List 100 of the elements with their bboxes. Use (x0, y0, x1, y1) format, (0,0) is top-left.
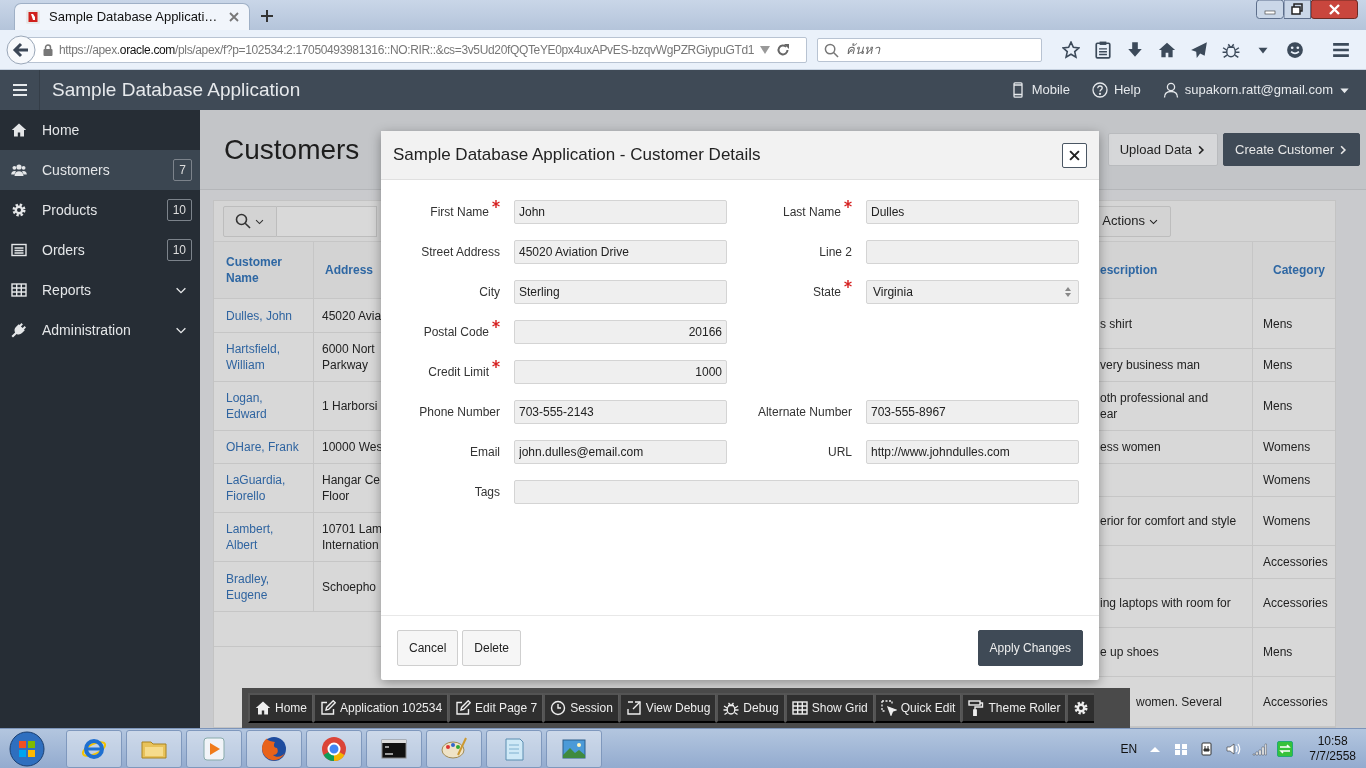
app-favicon (25, 9, 41, 25)
settings-icon (1073, 700, 1090, 716)
reload-icon[interactable] (776, 42, 791, 57)
close-button[interactable] (1062, 142, 1087, 168)
sidebar-item[interactable]: Administration (0, 310, 200, 350)
search-field[interactable] (277, 205, 377, 237)
sidebar-item[interactable]: Orders 10 (0, 230, 200, 270)
settings-button[interactable] (1066, 693, 1095, 723)
toolbar-button[interactable]: Theme Roller (961, 693, 1067, 723)
input-field[interactable]: 20166 (514, 320, 727, 344)
download-icon[interactable] (1126, 40, 1144, 59)
minimize-icon[interactable] (1256, 0, 1284, 19)
column-header[interactable]: Customer Name (214, 242, 314, 298)
toolbar-button[interactable]: Session (543, 693, 619, 723)
sort-arrows-icon (1064, 287, 1072, 297)
clock-icon (550, 700, 567, 716)
customer-link[interactable]: OHare, Frank (214, 431, 314, 463)
header-link[interactable]: Mobile (1009, 80, 1070, 100)
send-icon[interactable] (1190, 40, 1208, 59)
browser-icon[interactable] (320, 734, 348, 763)
table-cell-text: Accessories (1262, 595, 1329, 612)
apply-button[interactable]: Apply Changes (977, 630, 1083, 666)
sidebar-item[interactable]: Customers 7 (0, 150, 200, 190)
search-icon (235, 213, 251, 229)
browser-tab[interactable]: Sample Database Applicati… (14, 3, 250, 30)
back-icon[interactable] (6, 34, 36, 65)
bookmark-star-icon[interactable] (1062, 40, 1080, 59)
field-label: City (479, 284, 500, 301)
clock-date[interactable]: 7/7/2558 (1309, 748, 1356, 764)
user-menu[interactable]: supakorn.ratt@gmail.com (1162, 80, 1350, 100)
toolbar-button[interactable]: Home (248, 693, 313, 723)
input-field[interactable]: Sterling (514, 280, 727, 304)
page-title: Customers (224, 132, 360, 167)
field-label: Phone Number (419, 404, 500, 421)
media-player-icon[interactable] (200, 734, 228, 763)
table-cell-text: Womens (1262, 513, 1312, 530)
app-title: Sample Database Application (52, 77, 301, 102)
input-field[interactable]: 1000 (514, 360, 727, 384)
reading-list-icon[interactable] (1094, 40, 1112, 59)
sidebar-item[interactable]: Home (0, 110, 200, 150)
field-label: Email (470, 444, 500, 461)
dialog-button[interactable]: Cancel (397, 630, 459, 666)
customer-link[interactable]: Hartsfield, William (214, 333, 314, 381)
signal-icon[interactable] (1251, 740, 1268, 757)
toolbar-button[interactable]: Debug (716, 693, 785, 723)
field-label: First Name (430, 204, 489, 221)
toolbar-button[interactable]: Application 102534 (313, 693, 449, 723)
home-icon[interactable] (1158, 40, 1176, 59)
toolbar-button[interactable]: View Debug (618, 693, 717, 723)
customer-link[interactable]: Logan, Edward (214, 382, 314, 430)
clock-time[interactable]: 10:58 (1317, 733, 1348, 749)
field-label: Line 2 (819, 244, 852, 261)
input-field[interactable]: 703-555-8967 (866, 400, 1079, 424)
roller-icon (968, 700, 985, 716)
input-field[interactable]: Dulles (866, 200, 1079, 224)
volume-icon[interactable] (1225, 740, 1242, 757)
upload-button[interactable]: Upload Data (1107, 132, 1218, 167)
sidebar-item[interactable]: Products 10 (0, 190, 200, 230)
toolbar-button[interactable]: Show Grid (784, 693, 874, 723)
input-field[interactable]: 45020 Aviation Drive (514, 240, 727, 264)
create-button[interactable]: Create Customer (1223, 132, 1360, 167)
toolbar-button[interactable]: Quick Edit (873, 693, 962, 723)
input-field[interactable]: John (514, 200, 727, 224)
new-tab-icon[interactable] (260, 9, 274, 23)
menu-icon[interactable] (12, 84, 27, 96)
customer-link[interactable]: Bradley, Eugene (214, 562, 314, 611)
header-link[interactable]: Help (1091, 80, 1141, 100)
customer-link[interactable]: LaGuardia, Fiorello (214, 464, 314, 512)
edit-icon (455, 700, 472, 716)
plug-icon (11, 322, 27, 338)
dialog-button[interactable]: Delete (462, 630, 522, 666)
restore-icon[interactable] (1284, 0, 1311, 19)
column-header[interactable]: Category (1253, 242, 1335, 298)
input-field[interactable]: john.dulles@email.com (514, 440, 727, 464)
customer-link[interactable]: Lambert, Albert (214, 513, 314, 561)
toolbar-button[interactable]: Edit Page 7 (448, 693, 544, 723)
search-button[interactable] (223, 205, 277, 237)
table-cell-text: Mens (1262, 357, 1294, 374)
smiley-icon[interactable] (1286, 40, 1304, 59)
table-cell-text: 1 Harborsi (321, 398, 379, 415)
select-field[interactable]: Virginia (866, 280, 1079, 304)
input-field[interactable] (514, 480, 1079, 504)
input-field[interactable] (866, 240, 1079, 264)
search-field[interactable]: ค้นหา (817, 37, 1042, 62)
input-field[interactable]: 703-555-2143 (514, 400, 727, 424)
column-header[interactable]: Address (314, 242, 382, 298)
field-label: Last Name (782, 204, 841, 221)
users-icon (11, 162, 27, 178)
table-cell-text: Mens (1262, 315, 1294, 333)
menu-icon[interactable] (1332, 40, 1350, 59)
close-icon[interactable] (1311, 0, 1358, 19)
language-indicator[interactable]: EN (1120, 739, 1138, 758)
chevron-right-icon (1338, 143, 1348, 156)
bug-icon (723, 700, 740, 716)
field-label: Street Address (421, 244, 500, 261)
browser-icon[interactable] (260, 734, 288, 763)
customer-link[interactable]: Dulles, John (214, 299, 314, 332)
home-icon (11, 122, 27, 138)
input-field[interactable]: http://www.johndulles.com (866, 440, 1079, 464)
sidebar-item[interactable]: Reports (0, 270, 200, 310)
